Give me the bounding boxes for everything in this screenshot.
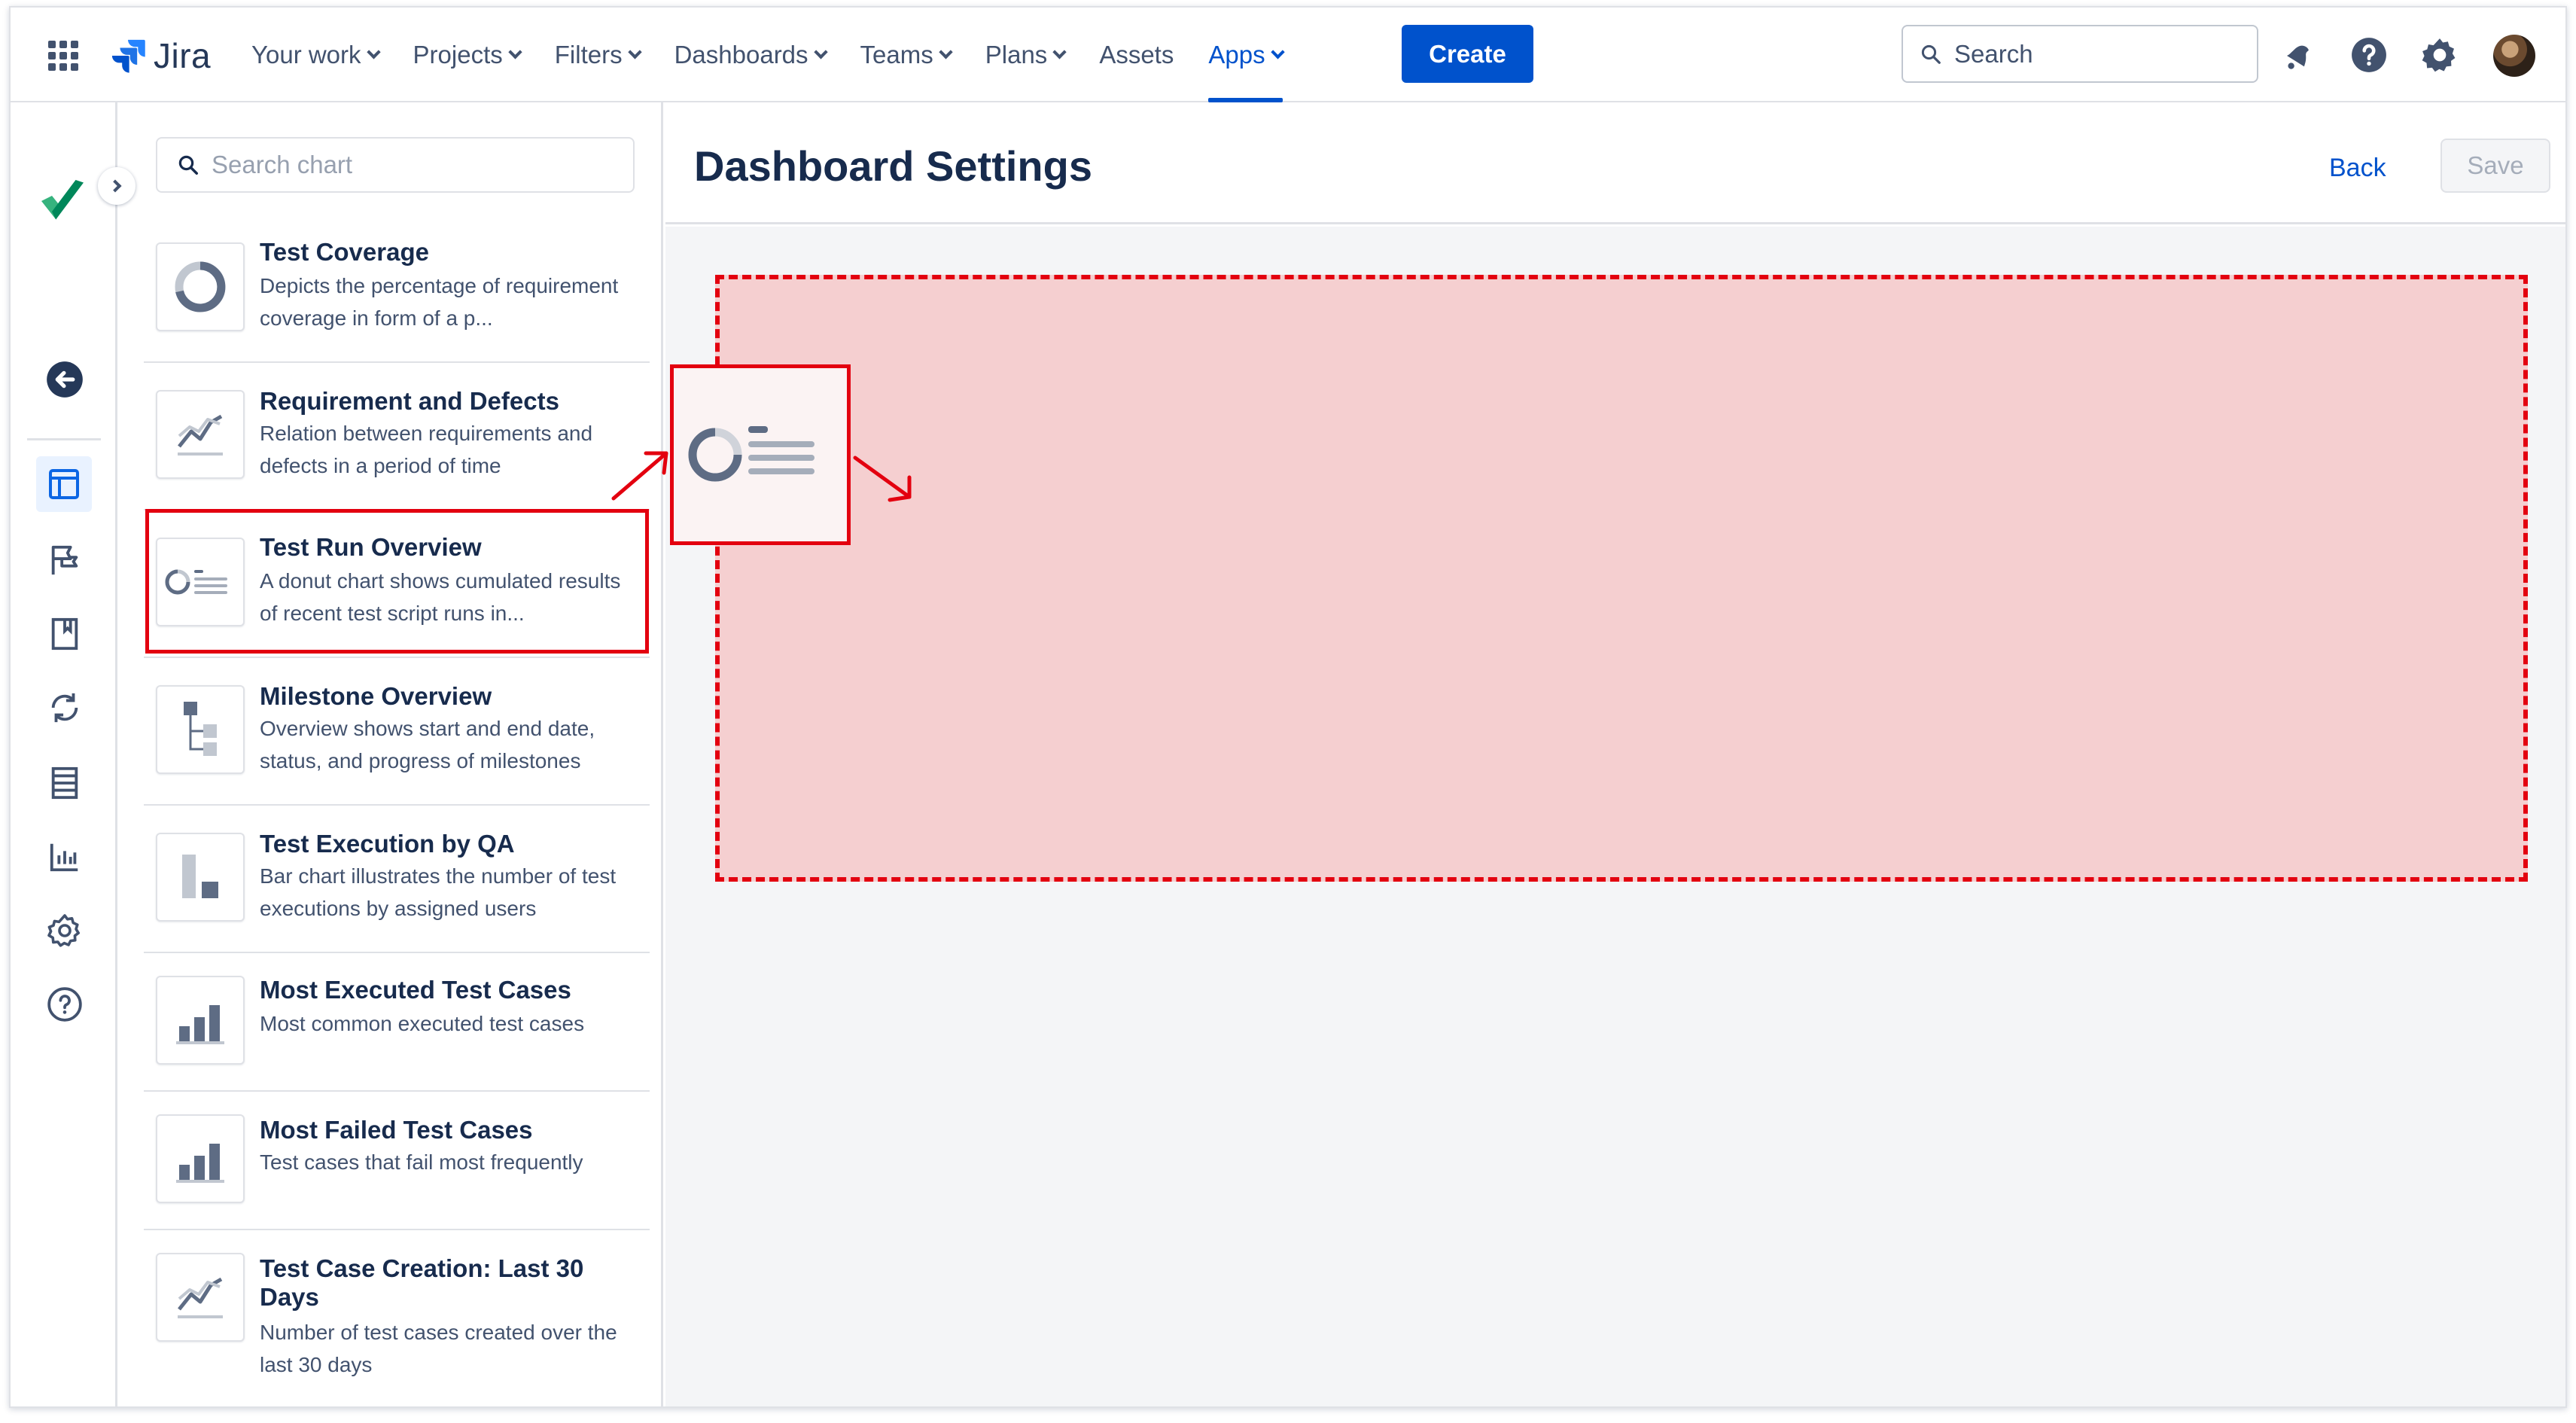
chart-title: Requirement and Defects bbox=[260, 387, 559, 415]
chart-description: Test cases that fail most frequently bbox=[260, 1150, 583, 1174]
chart-thumbnail-line-icon bbox=[156, 1253, 245, 1342]
donut-list-icon bbox=[688, 426, 815, 482]
jira-logo-icon bbox=[111, 39, 145, 73]
chart-description: Overview shows start and end date, statu… bbox=[260, 717, 595, 772]
chevron-down-icon bbox=[1270, 44, 1285, 59]
search-icon bbox=[1921, 44, 1941, 64]
rail-divider bbox=[27, 438, 101, 440]
dashboard-canvas bbox=[665, 227, 2565, 1406]
settings-icon[interactable] bbox=[2421, 36, 2459, 74]
app-sidebar-rail bbox=[11, 102, 135, 1406]
chart-thumbnail-tree-icon bbox=[156, 685, 245, 774]
chart-title: Test Execution by QA bbox=[260, 830, 515, 858]
page-title: Dashboard Settings bbox=[694, 142, 1092, 190]
app-name: Jira bbox=[154, 36, 212, 75]
avatar[interactable] bbox=[2493, 35, 2535, 77]
nav-item-label: Projects bbox=[413, 41, 503, 69]
chart-search-placeholder: Search chart bbox=[212, 151, 353, 178]
help-icon[interactable] bbox=[45, 985, 84, 1024]
app-switcher-icon[interactable] bbox=[48, 41, 78, 71]
nav-item-assets[interactable]: Assets bbox=[1099, 8, 1174, 102]
chart-description: Most common executed test cases bbox=[260, 1012, 585, 1035]
app-window: Jira Your work Projects Filters Dashboards T… bbox=[9, 6, 2567, 1408]
jira-logo[interactable]: Jira bbox=[108, 32, 211, 80]
chart-title: Test Run Overview bbox=[260, 533, 482, 561]
chart-list-item[interactable]: Test Coverage Depicts the percentage of r… bbox=[144, 215, 650, 363]
book-icon[interactable] bbox=[45, 614, 84, 654]
chart-list-item[interactable]: Requirement and Defects Relation between … bbox=[144, 363, 650, 510]
dashboard-icon[interactable] bbox=[36, 456, 92, 512]
back-arrow-icon[interactable] bbox=[45, 360, 84, 399]
primary-nav: Your work Projects Filters Dashboards Teams P… bbox=[251, 8, 1317, 102]
chevron-down-icon bbox=[627, 44, 642, 59]
nav-item-dashboards[interactable]: Dashboards bbox=[674, 8, 828, 102]
top-navigation: Jira Your work Projects Filters Dashboards T… bbox=[11, 8, 2565, 102]
table-icon[interactable] bbox=[45, 763, 84, 803]
create-button[interactable]: Create bbox=[1402, 25, 1533, 83]
nav-item-label: Plans bbox=[985, 41, 1048, 69]
chart-list-item[interactable]: Test Execution by QA Bar chart illustrate… bbox=[144, 806, 650, 953]
nav-item-label: Apps bbox=[1208, 41, 1265, 69]
chart-search-input[interactable]: Search chart bbox=[156, 137, 635, 193]
settings-icon[interactable] bbox=[45, 911, 84, 950]
chart-title: Milestone Overview bbox=[260, 682, 492, 710]
help-icon[interactable] bbox=[2350, 36, 2388, 74]
nav-item-label: Your work bbox=[251, 41, 361, 69]
chevron-down-icon bbox=[939, 44, 953, 59]
chart-title: Test Case Creation: Last 30 Days bbox=[260, 1254, 584, 1311]
search-placeholder: Search bbox=[1954, 39, 2033, 68]
chart-title: Test Coverage bbox=[260, 238, 429, 266]
milestone-flag-icon[interactable] bbox=[45, 541, 84, 580]
chart-title: Most Executed Test Cases bbox=[260, 976, 571, 1004]
search-icon bbox=[178, 155, 198, 175]
dragged-chart-preview[interactable] bbox=[670, 364, 851, 545]
chart-list-item[interactable]: Milestone Overview Overview shows start a… bbox=[144, 658, 650, 806]
chart-thumbnail-line-icon bbox=[156, 390, 245, 479]
global-search-input[interactable]: Search bbox=[1902, 25, 2258, 83]
chart-library-panel: Search chart Test Coverage Depicts the pe… bbox=[120, 102, 663, 1406]
chart-description: Depicts the percentage of requirement co… bbox=[260, 274, 619, 330]
chart-description: Number of test cases created over the la… bbox=[260, 1321, 617, 1376]
chart-description: Bar chart illustrates the number of test… bbox=[260, 864, 617, 920]
chart-title: Most Failed Test Cases bbox=[260, 1116, 533, 1144]
nav-item-teams[interactable]: Teams bbox=[860, 8, 953, 102]
nav-item-label: Dashboards bbox=[674, 41, 808, 69]
chevron-down-icon bbox=[813, 44, 828, 59]
chart-thumbnail-donut-list-icon bbox=[156, 538, 245, 626]
chevron-right-icon bbox=[108, 179, 122, 193]
nav-item-projects[interactable]: Projects bbox=[413, 8, 522, 102]
chart-thumbnail-bars-icon bbox=[156, 1114, 245, 1203]
nav-item-your-work[interactable]: Your work bbox=[251, 8, 381, 102]
expand-sidebar-button[interactable] bbox=[98, 167, 135, 205]
app-logo-checkmark-icon[interactable] bbox=[36, 175, 89, 227]
chart-list-item[interactable]: Test Run Overview A donut chart shows cum… bbox=[144, 510, 650, 658]
chart-thumbnail-bar-two-icon bbox=[156, 833, 245, 922]
chevron-down-icon bbox=[1052, 44, 1067, 59]
back-button[interactable]: Back bbox=[2329, 154, 2386, 183]
chart-list-item[interactable]: Most Failed Test Cases Test cases that fa… bbox=[144, 1092, 650, 1230]
nav-item-label: Assets bbox=[1099, 41, 1174, 69]
nav-item-label: Filters bbox=[554, 41, 623, 69]
chart-list-item[interactable]: Most Executed Test Cases Most common exec… bbox=[144, 953, 650, 1092]
save-button[interactable]: Save bbox=[2441, 139, 2550, 193]
notifications-icon[interactable] bbox=[2279, 36, 2317, 74]
chart-list-item[interactable]: Test Case Creation: Last 30 Days Number o… bbox=[144, 1230, 650, 1406]
chart-thumbnail-donut-icon bbox=[156, 242, 245, 331]
chevron-down-icon bbox=[508, 44, 522, 59]
chart-description: Relation between requirements and defect… bbox=[260, 422, 593, 477]
report-chart-icon[interactable] bbox=[45, 837, 84, 876]
chart-description: A donut chart shows cumulated results of… bbox=[260, 569, 621, 625]
chart-thumbnail-bars-icon bbox=[156, 976, 245, 1065]
cycle-icon[interactable] bbox=[45, 688, 84, 727]
page-header: Dashboard Settings Back Save bbox=[665, 102, 2565, 224]
nav-item-filters[interactable]: Filters bbox=[554, 8, 642, 102]
nav-item-label: Teams bbox=[860, 41, 933, 69]
nav-item-plans[interactable]: Plans bbox=[985, 8, 1067, 102]
chevron-down-icon bbox=[366, 44, 381, 59]
nav-item-apps[interactable]: Apps bbox=[1208, 8, 1285, 102]
drop-zone[interactable] bbox=[715, 275, 2528, 882]
